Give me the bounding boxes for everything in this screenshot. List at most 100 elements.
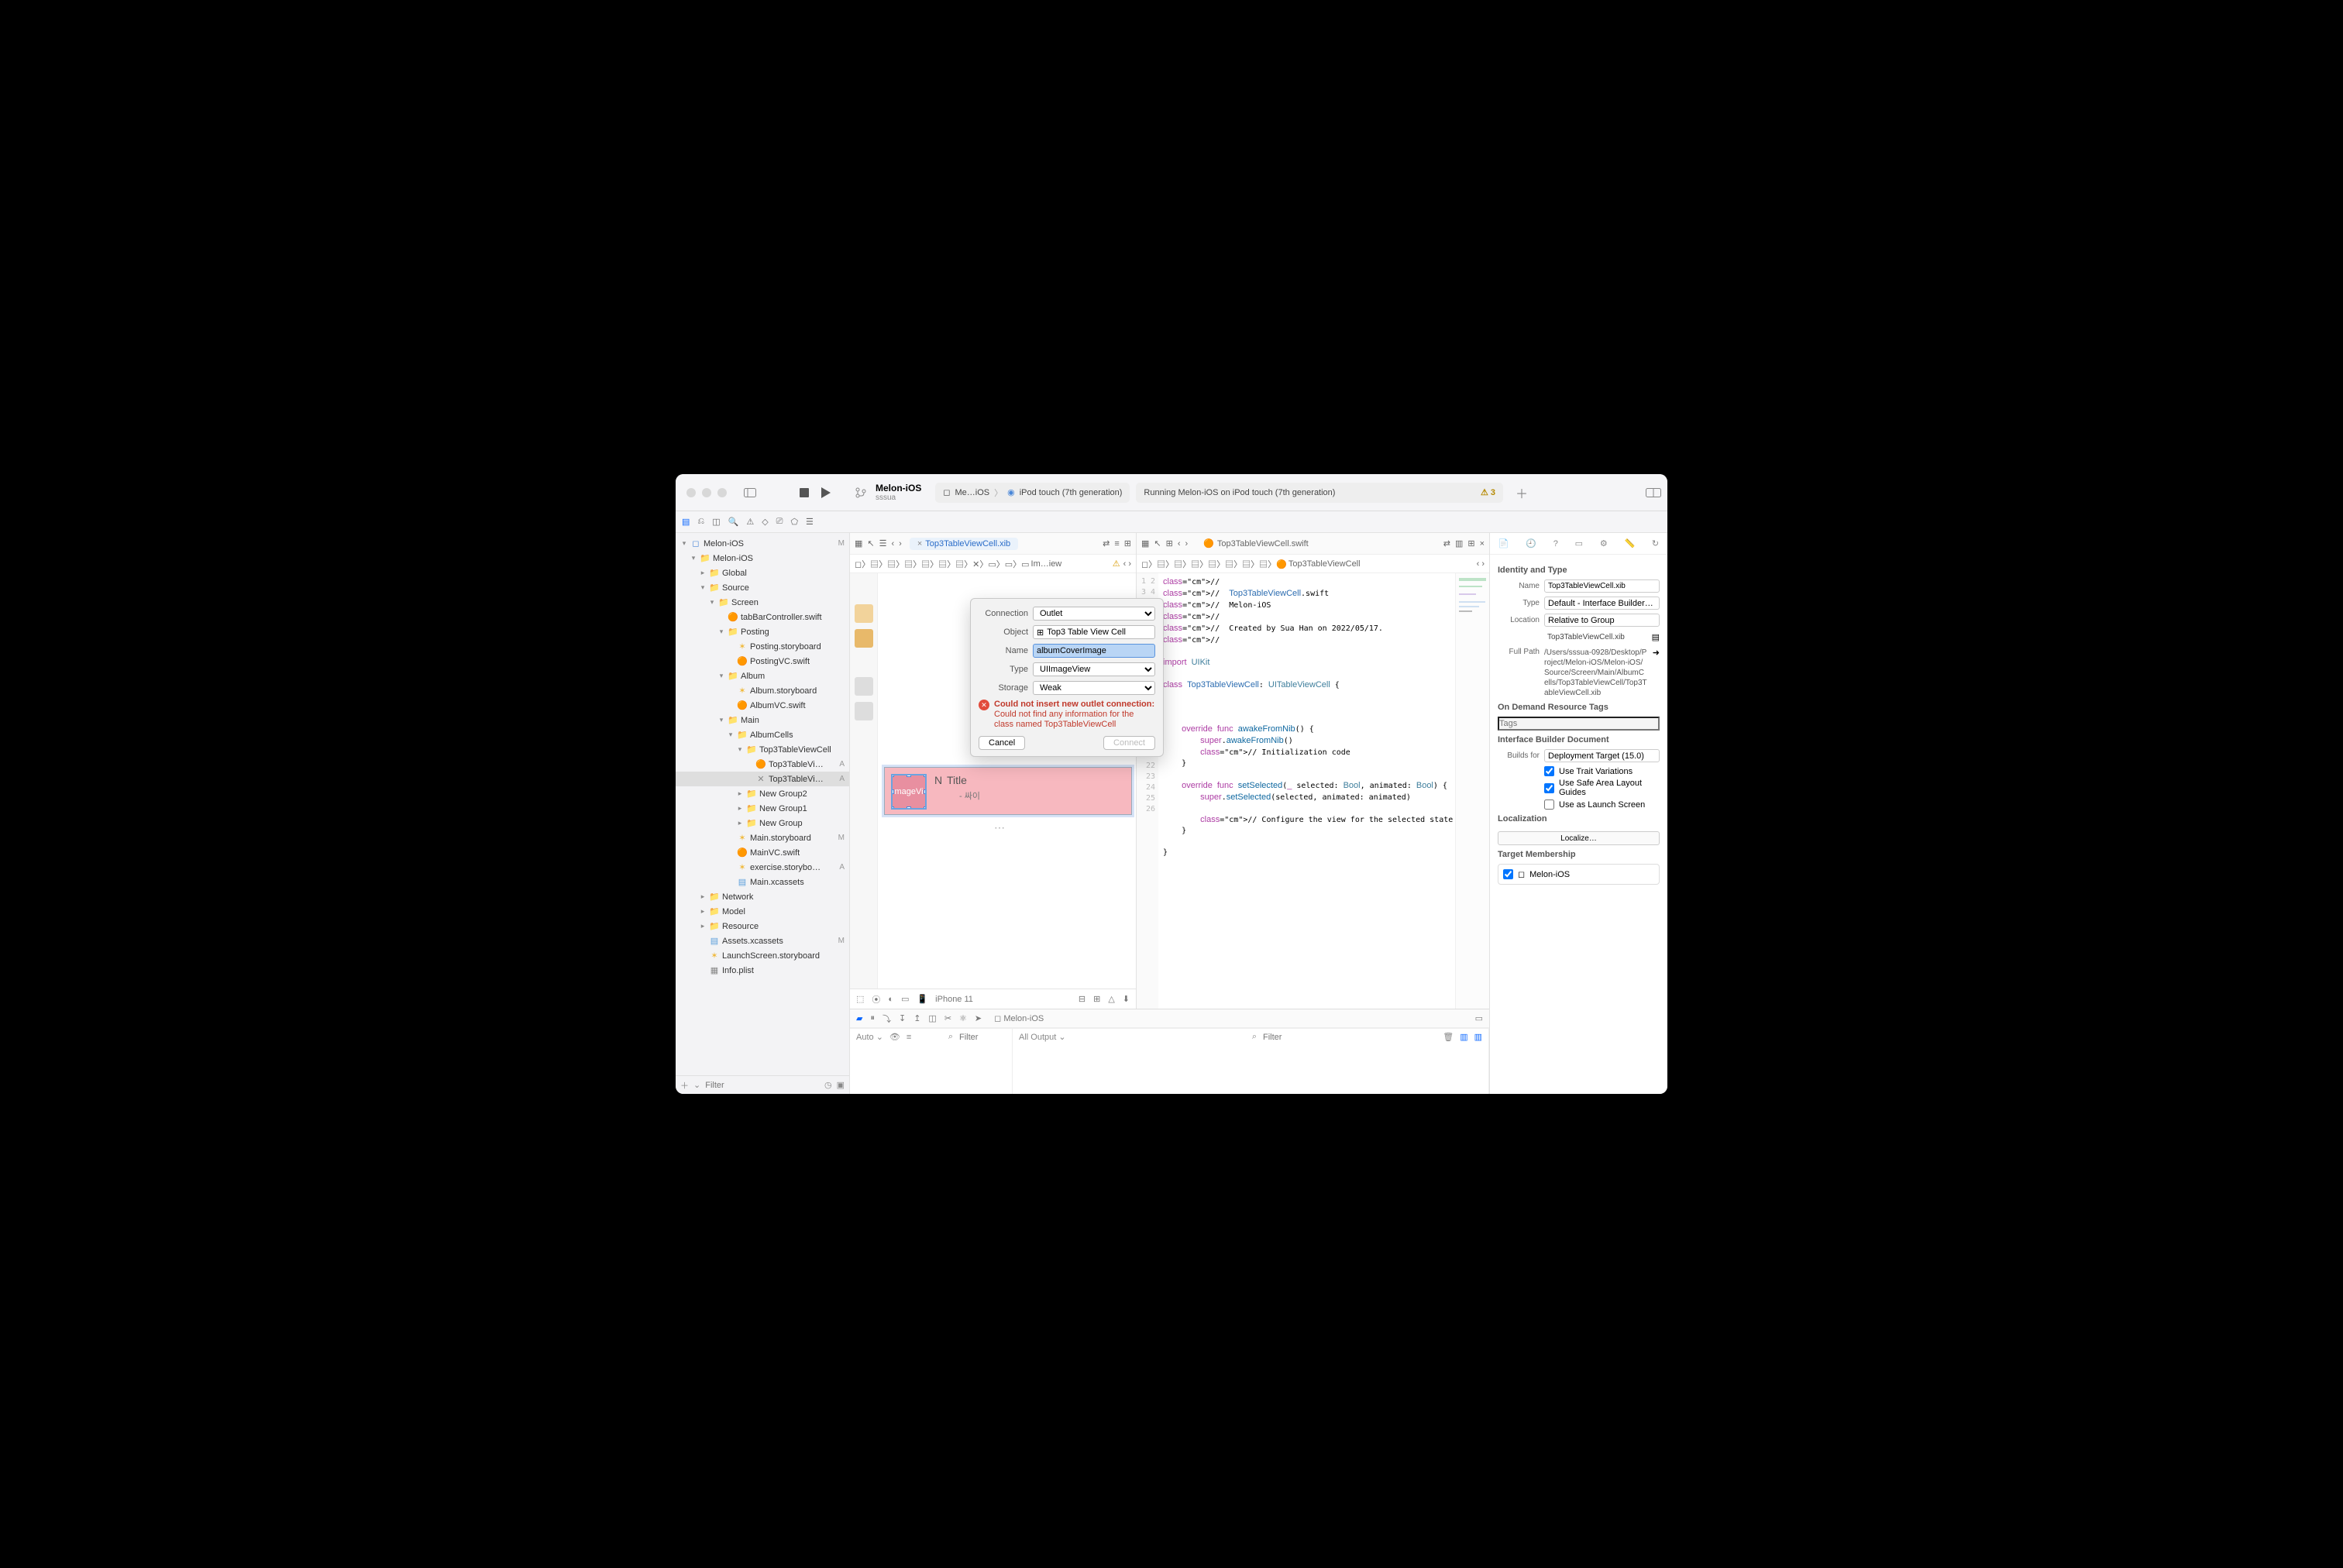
- minimap-icon[interactable]: ≡: [1114, 539, 1119, 548]
- tree-row[interactable]: ✶LaunchScreen.storyboard: [676, 948, 849, 963]
- tree-row[interactable]: ▸📁Network: [676, 889, 849, 904]
- cell-object-icon[interactable]: [855, 629, 873, 648]
- localize-button[interactable]: Localize…: [1498, 831, 1660, 845]
- recent-icon[interactable]: ◷: [824, 1080, 832, 1090]
- tree-row[interactable]: ▾📁Source: [676, 580, 849, 595]
- adjust-editor-icon[interactable]: ⇄: [1443, 538, 1450, 548]
- phone-icon[interactable]: 📱: [917, 994, 927, 1004]
- orientation-icon[interactable]: ⦿: [872, 993, 880, 1006]
- resolve-icon[interactable]: △: [1108, 994, 1114, 1004]
- list-icon[interactable]: ≡: [907, 1033, 911, 1042]
- tree-row[interactable]: ▾📁Main: [676, 713, 849, 727]
- debug-scheme[interactable]: Melon-iOS: [1003, 1014, 1044, 1023]
- filter-icon[interactable]: ⌄: [693, 1080, 700, 1090]
- nav-prev-icon[interactable]: ‹: [1178, 539, 1181, 548]
- pause-icon[interactable]: ⏸: [870, 1013, 875, 1023]
- console-filter[interactable]: [1263, 1033, 1436, 1042]
- cancel-button[interactable]: Cancel: [979, 736, 1025, 750]
- align-icon[interactable]: ⊟: [1079, 994, 1085, 1004]
- tree-row[interactable]: ▾📁Melon-iOS: [676, 551, 849, 566]
- tree-row[interactable]: ▾◻︎Melon-iOSM: [676, 536, 849, 551]
- trash-icon[interactable]: 🗑: [1443, 1032, 1454, 1042]
- nav-back-icon[interactable]: ↖︎: [867, 538, 874, 548]
- close-editor-icon[interactable]: ×: [1480, 539, 1485, 548]
- resize-handle-icon[interactable]: ⋯: [994, 821, 1005, 834]
- memory-icon[interactable]: ✂︎: [944, 1013, 951, 1023]
- tree-row[interactable]: ▦Info.plist: [676, 963, 849, 978]
- tags-input[interactable]: [1498, 717, 1660, 731]
- embed-icon[interactable]: ⬇︎: [1123, 994, 1130, 1004]
- view-hierarchy-icon[interactable]: ◫: [928, 1013, 936, 1023]
- pin-icon[interactable]: ⊞: [1093, 994, 1100, 1004]
- inspector-name-input[interactable]: [1544, 579, 1660, 593]
- stop-button[interactable]: [795, 485, 814, 500]
- debug-toggle-icon[interactable]: ▰: [856, 1013, 862, 1023]
- nav-prev-icon[interactable]: ‹: [892, 539, 895, 548]
- nav-next-icon[interactable]: ›: [1185, 539, 1189, 548]
- reveal-icon[interactable]: ➜: [1653, 648, 1660, 658]
- tree-row[interactable]: ▾📁Screen: [676, 595, 849, 610]
- breakpoint-nav-icon[interactable]: ⬠: [790, 517, 798, 527]
- location-icon[interactable]: ➤: [975, 1013, 982, 1023]
- step-into-icon[interactable]: ↧: [899, 1013, 906, 1023]
- energy-icon[interactable]: ⚛︎: [959, 1013, 967, 1023]
- builds-for-select[interactable]: Deployment Target (15.0): [1544, 749, 1660, 762]
- code-area[interactable]: class="cm">// class="cm">// Top3TableVie…: [1158, 573, 1455, 1009]
- tree-row[interactable]: ▸📁Global: [676, 566, 849, 580]
- warning-badge[interactable]: ⚠︎ 3: [1481, 487, 1495, 497]
- report-nav-icon[interactable]: ☰: [806, 517, 814, 527]
- folder-picker-icon[interactable]: ▤: [1652, 632, 1660, 642]
- inspector-location-select[interactable]: Relative to Group: [1544, 614, 1660, 627]
- jumpbar-right[interactable]: ◻︎〉▤〉▤〉▤〉▤〉▤〉▤〉▤〉🟠 Top3TableViewCell ‹ ›: [1137, 555, 1489, 573]
- source-control-nav-icon[interactable]: ⎌: [697, 517, 704, 527]
- sidebar-toggle-icon[interactable]: [739, 485, 761, 500]
- nav-history-icon[interactable]: ☰: [879, 538, 887, 548]
- library-icon[interactable]: [1641, 485, 1666, 500]
- auto-scope[interactable]: Auto ⌄: [856, 1032, 883, 1042]
- tree-row[interactable]: ▸📁Resource: [676, 919, 849, 934]
- tree-row[interactable]: ✶exercise.storybo…A: [676, 860, 849, 875]
- minimap[interactable]: [1455, 573, 1489, 1009]
- navigator-filter-input[interactable]: [705, 1081, 820, 1090]
- connections-inspector-icon[interactable]: ↻: [1652, 538, 1659, 548]
- target-membership[interactable]: ◻︎ Melon-iOS: [1498, 864, 1660, 885]
- table-cell-preview[interactable]: mageVi N Title - 싸이: [884, 767, 1132, 815]
- traffic-lights[interactable]: [676, 488, 738, 497]
- device-label[interactable]: iPhone 11: [935, 995, 973, 1004]
- tree-row[interactable]: ✶Posting.storyboard: [676, 639, 849, 654]
- variables-filter[interactable]: [959, 1033, 1006, 1042]
- add-editor-icon[interactable]: ⊞: [1467, 538, 1474, 548]
- size-inspector-icon[interactable]: 📏: [1624, 538, 1635, 548]
- tree-row[interactable]: 🟠AlbumVC.swift: [676, 698, 849, 713]
- jumpbar-left[interactable]: ◻︎〉▤〉▤〉▤〉▤〉▤〉▤〉✕〉▭〉▭〉▭ Im…iew ⚠︎‹ ›: [850, 555, 1136, 573]
- stack-obj-icon[interactable]: [855, 677, 873, 696]
- tree-row[interactable]: ▸📁New Group: [676, 816, 849, 830]
- tree-row[interactable]: 🟠PostingVC.swift: [676, 654, 849, 669]
- image-obj-icon[interactable]: [855, 702, 873, 720]
- image-view[interactable]: mageVi: [891, 774, 927, 810]
- close-tab-icon[interactable]: ×: [917, 539, 922, 548]
- outlet-name-input[interactable]: [1033, 644, 1155, 658]
- find-nav-icon[interactable]: 🔍: [728, 517, 739, 527]
- launch-screen-checkbox[interactable]: Use as Launch Screen: [1544, 799, 1660, 810]
- tree-row[interactable]: ✶Album.storyboard: [676, 683, 849, 698]
- tree-row[interactable]: 🟠MainVC.swift: [676, 845, 849, 860]
- tree-row[interactable]: ▸📁New Group2: [676, 786, 849, 801]
- run-button[interactable]: [817, 484, 835, 501]
- help-inspector-icon[interactable]: ?: [1553, 539, 1558, 548]
- identity-inspector-icon[interactable]: ▭: [1575, 538, 1583, 548]
- step-out-icon[interactable]: ↥: [913, 1013, 920, 1023]
- panel-left-icon[interactable]: ▥: [1460, 1032, 1467, 1042]
- panel-right-icon[interactable]: ▥: [1474, 1032, 1482, 1042]
- zoom-icon[interactable]: ▭: [901, 994, 909, 1004]
- inspector-tabs[interactable]: 📄 🕘 ? ▭ ⚙︎ 📏 ↻: [1490, 533, 1667, 555]
- nav-back-icon[interactable]: ↖︎: [1154, 538, 1161, 548]
- safe-area-checkbox[interactable]: Use Safe Area Layout Guides: [1544, 779, 1660, 797]
- tree-row[interactable]: ▤Assets.xcassetsM: [676, 934, 849, 948]
- debug-nav-icon[interactable]: ⎚: [776, 517, 783, 527]
- connection-select[interactable]: Outlet: [1033, 607, 1155, 621]
- history-inspector-icon[interactable]: 🕘: [1526, 538, 1536, 548]
- tree-row[interactable]: ▸📁Model: [676, 904, 849, 919]
- tree-row[interactable]: 🟠tabBarController.swift: [676, 610, 849, 624]
- test-nav-icon[interactable]: ◇: [762, 517, 768, 527]
